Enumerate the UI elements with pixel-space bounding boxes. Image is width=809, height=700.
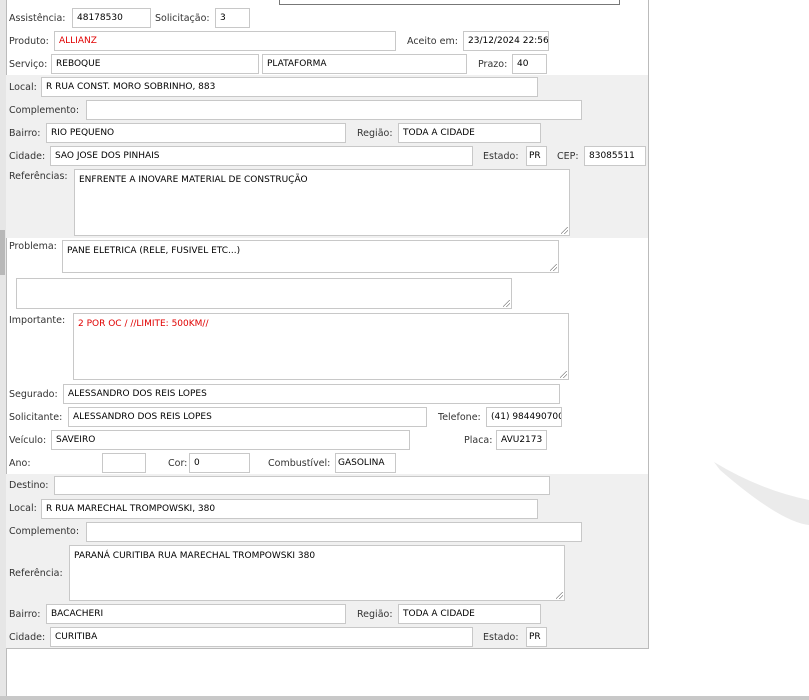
resize-grip-icon[interactable] — [556, 592, 563, 599]
destino-regiao-label: Região: — [357, 609, 393, 620]
destino-local-label: Local: — [9, 503, 37, 514]
veiculo-label: Veículo: — [9, 435, 47, 446]
referencias-textarea[interactable]: ENFRENTE A INOVARE MATERIAL DE CONSTRUÇÃ… — [74, 169, 570, 236]
destino-regiao-field[interactable]: TODA A CIDADE — [398, 604, 541, 624]
destino-label: Destino: — [9, 480, 49, 491]
bairro-field[interactable]: RIO PEQUENO — [46, 123, 346, 143]
local-label: Local: — [9, 82, 37, 93]
telefone-label: Telefone: — [438, 412, 481, 423]
estado-field[interactable]: PR — [526, 146, 547, 166]
referencias-text: ENFRENTE A INOVARE MATERIAL DE CONSTRUÇÃ… — [79, 175, 308, 185]
placa-label: Placa: — [464, 435, 493, 446]
solicitante-label: Solicitante: — [9, 412, 63, 423]
telefone-field[interactable]: (41) 984490700 — [486, 407, 562, 427]
importante-label: Importante: — [9, 315, 66, 326]
cep-field[interactable]: 83085511 — [584, 146, 646, 166]
complemento-field[interactable] — [86, 100, 582, 120]
solicitante-field[interactable]: ALESSANDRO DOS REIS LOPES — [68, 407, 427, 427]
resize-grip-icon[interactable] — [560, 371, 567, 378]
cidade-label: Cidade: — [9, 151, 46, 162]
combustivel-label: Combustível: — [268, 458, 331, 469]
assistencia-field[interactable]: 48178530 — [72, 8, 151, 28]
bottom-bar — [0, 696, 809, 700]
destino-complemento-field[interactable] — [86, 522, 582, 542]
regiao-field[interactable]: TODA A CIDADE — [398, 123, 541, 143]
destino-local-field[interactable]: R RUA MARECHAL TROMPOWSKI, 380 — [41, 499, 538, 519]
prazo-label: Prazo: — [478, 59, 508, 70]
left-scrollbar-thumb[interactable] — [0, 230, 5, 275]
importante-textarea[interactable]: 2 POR OC / //LIMITE: 500KM// — [73, 313, 569, 380]
aceito-field[interactable]: 23/12/2024 22:56 — [463, 31, 549, 51]
bairro-label: Bairro: — [9, 128, 41, 139]
servico-label: Serviço: — [9, 59, 48, 70]
resize-grip-icon[interactable] — [550, 264, 557, 271]
importante-text: 2 POR OC / //LIMITE: 500KM// — [78, 319, 209, 329]
local-field[interactable]: R RUA CONST. MORO SOBRINHO, 883 — [41, 77, 538, 97]
segurado-field[interactable]: ALESSANDRO DOS REIS LOPES — [63, 384, 560, 404]
destino-referencia-textarea[interactable]: PARANÁ CURITIBA RUA MARECHAL TROMPOWSKI … — [69, 545, 565, 601]
destino-complemento-label: Complemento: — [9, 526, 80, 537]
top-box — [279, 0, 620, 5]
ano-field[interactable] — [102, 453, 146, 473]
destino-field[interactable] — [54, 476, 550, 495]
cidade-field[interactable]: SAO JOSE DOS PINHAIS — [50, 146, 473, 166]
destino-referencia-text: PARANÁ CURITIBA RUA MARECHAL TROMPOWSKI … — [74, 551, 316, 561]
destino-cidade-field[interactable]: CURITIBA — [50, 627, 473, 647]
combustivel-field[interactable]: GASOLINA — [335, 453, 396, 473]
destino-referencia-label: Referência: — [9, 568, 63, 579]
veiculo-field[interactable]: SAVEIRO — [51, 430, 410, 450]
estado-label: Estado: — [483, 151, 519, 162]
destino-bairro-field[interactable]: BACACHERI — [46, 604, 346, 624]
segurado-label: Segurado: — [9, 389, 58, 400]
destino-estado-label: Estado: — [483, 632, 519, 643]
cep-label: CEP: — [557, 151, 579, 162]
aceito-label: Aceito em: — [407, 36, 458, 47]
destino-bairro-label: Bairro: — [9, 609, 41, 620]
resize-grip-icon[interactable] — [503, 300, 510, 307]
problema-textarea[interactable]: PANE ELETRICA (RELE, FUSIVEL ETC...) — [62, 240, 559, 273]
referencias-label: Referências: — [9, 171, 68, 182]
cor-label: Cor: — [168, 458, 188, 469]
regiao-label: Região: — [357, 128, 393, 139]
servico-field[interactable]: REBOQUE — [51, 54, 259, 74]
solicitacao-field[interactable]: 3 — [215, 8, 250, 28]
servico-tipo-field[interactable]: PLATAFORMA — [262, 54, 467, 74]
ano-label: Ano: — [9, 458, 31, 469]
destino-estado-field[interactable]: PR — [526, 627, 547, 647]
solicitacao-label: Solicitação: — [155, 13, 210, 24]
watermark-swoosh — [714, 462, 809, 525]
cor-field[interactable]: 0 — [189, 453, 250, 473]
observacao-textarea[interactable] — [16, 278, 512, 309]
produto-label: Produto: — [9, 36, 49, 47]
destino-cidade-label: Cidade: — [9, 632, 46, 643]
resize-grip-icon[interactable] — [561, 227, 568, 234]
problema-label: Problema: — [9, 241, 57, 252]
complemento-label: Complemento: — [9, 105, 80, 116]
produto-field[interactable]: ALLIANZ — [54, 31, 396, 51]
problema-text: PANE ELETRICA (RELE, FUSIVEL ETC...) — [67, 246, 241, 256]
prazo-field[interactable]: 40 — [512, 54, 547, 74]
assistencia-label: Assistência: — [9, 13, 66, 24]
placa-field[interactable]: AVU2173 — [496, 430, 547, 450]
